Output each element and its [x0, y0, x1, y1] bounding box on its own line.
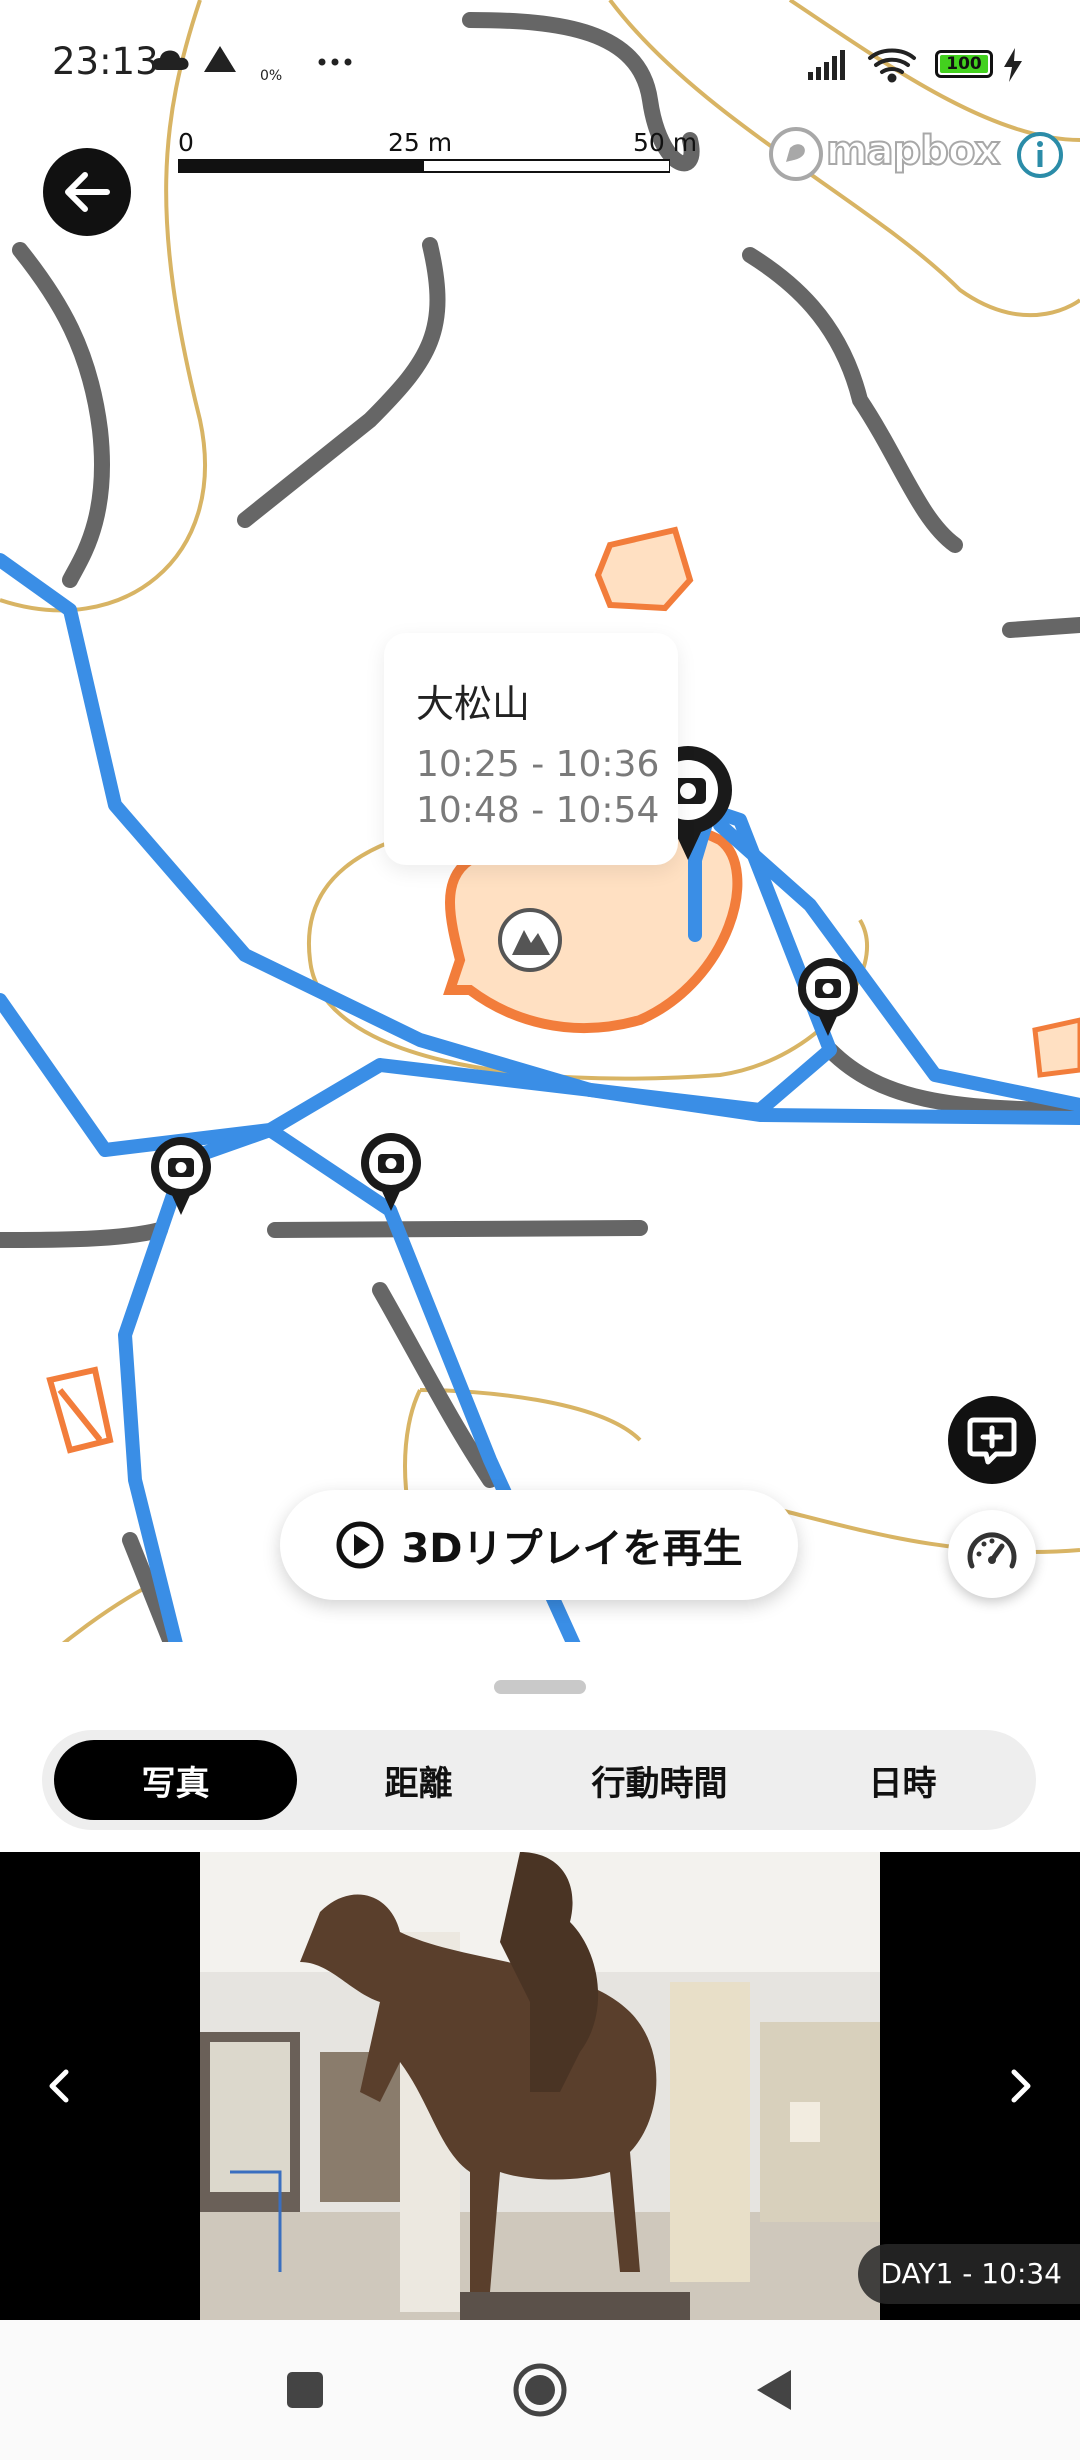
- moon-percent: 0%: [260, 68, 282, 84]
- summit-time-2: 10:48 - 10:54: [416, 790, 660, 831]
- scale-label-25: 25 m: [388, 128, 453, 157]
- status-bar: 23:13 0% 100: [0, 0, 1080, 130]
- back-button[interactable]: [43, 148, 131, 236]
- mapbox-wordmark: mapbox: [825, 127, 1001, 175]
- status-time: 23:13: [52, 40, 159, 83]
- photo-pin: [151, 1137, 211, 1215]
- circle-icon[interactable]: [510, 2360, 570, 2420]
- summit-time-1: 10:25 - 10:36: [416, 744, 660, 785]
- photo-pin: [798, 958, 858, 1036]
- system-nav-bar: [0, 2320, 1080, 2460]
- status-notification-icons: 0%: [152, 44, 352, 84]
- moon-icon: [259, 44, 268, 62]
- scale-label-0: 0: [178, 128, 194, 157]
- replay-3d-label: 3Dリプレイを再生: [401, 1526, 743, 1572]
- more-dots-icon: [318, 58, 352, 66]
- scale-ruler: [178, 159, 670, 173]
- tab-activity-time[interactable]: 行動時間: [538, 1740, 781, 1820]
- tab-bar: 写真 距離 行動時間 日時: [42, 1730, 1036, 1830]
- play-circle-icon: [336, 1521, 384, 1569]
- triangle-back-icon[interactable]: [745, 2360, 805, 2420]
- arrow-left-icon: [65, 172, 110, 212]
- drag-handle[interactable]: [494, 1680, 586, 1694]
- speedometer-icon: [967, 1532, 1017, 1569]
- photo-museum-statue: [200, 1852, 880, 2320]
- photo-caption: DAY1 - 10:34: [858, 2244, 1080, 2304]
- add-comment-button[interactable]: [948, 1396, 1036, 1484]
- speed-button[interactable]: [948, 1510, 1036, 1598]
- replay-3d-button[interactable]: 3Dリプレイを再生: [280, 1490, 798, 1600]
- battery-level: 100: [946, 54, 982, 74]
- tab-distance[interactable]: 距離: [297, 1740, 540, 1820]
- summit-marker-icon[interactable]: [498, 908, 562, 972]
- summit-name: 大松山: [416, 682, 531, 726]
- cloud-icon: [152, 50, 189, 70]
- add-comment-icon: [967, 1417, 1017, 1465]
- signal-icon: [808, 50, 845, 80]
- info-icon[interactable]: [1015, 130, 1065, 180]
- tab-photos[interactable]: 写真: [54, 1740, 297, 1820]
- mapbox-icon: [769, 127, 823, 181]
- chevron-left-icon[interactable]: [20, 2046, 100, 2126]
- battery-icon: 100: [935, 50, 993, 78]
- charging-icon: [1004, 48, 1022, 82]
- tab-datetime[interactable]: 日時: [781, 1740, 1024, 1820]
- summit-popup[interactable]: 大松山 10:25 - 10:36 10:48 - 10:54: [384, 633, 678, 865]
- wifi-icon: [868, 48, 916, 83]
- signal-wifi-icons: [808, 48, 916, 83]
- map-scale-bar: 0 25 m 50 m: [178, 128, 698, 178]
- map-view[interactable]: 23:13 0% 100 0 25 m 50 m mapbox 大松山 10:2…: [0, 0, 1080, 1680]
- warning-icon: [204, 46, 236, 72]
- chevron-right-icon[interactable]: [980, 2046, 1060, 2126]
- square-icon[interactable]: [275, 2360, 335, 2420]
- photo-image[interactable]: [200, 1852, 880, 2320]
- mapbox-logo: mapbox: [768, 122, 1003, 186]
- scale-label-50: 50 m: [633, 128, 698, 157]
- photo-carousel[interactable]: DAY1 - 10:34: [0, 1852, 1080, 2320]
